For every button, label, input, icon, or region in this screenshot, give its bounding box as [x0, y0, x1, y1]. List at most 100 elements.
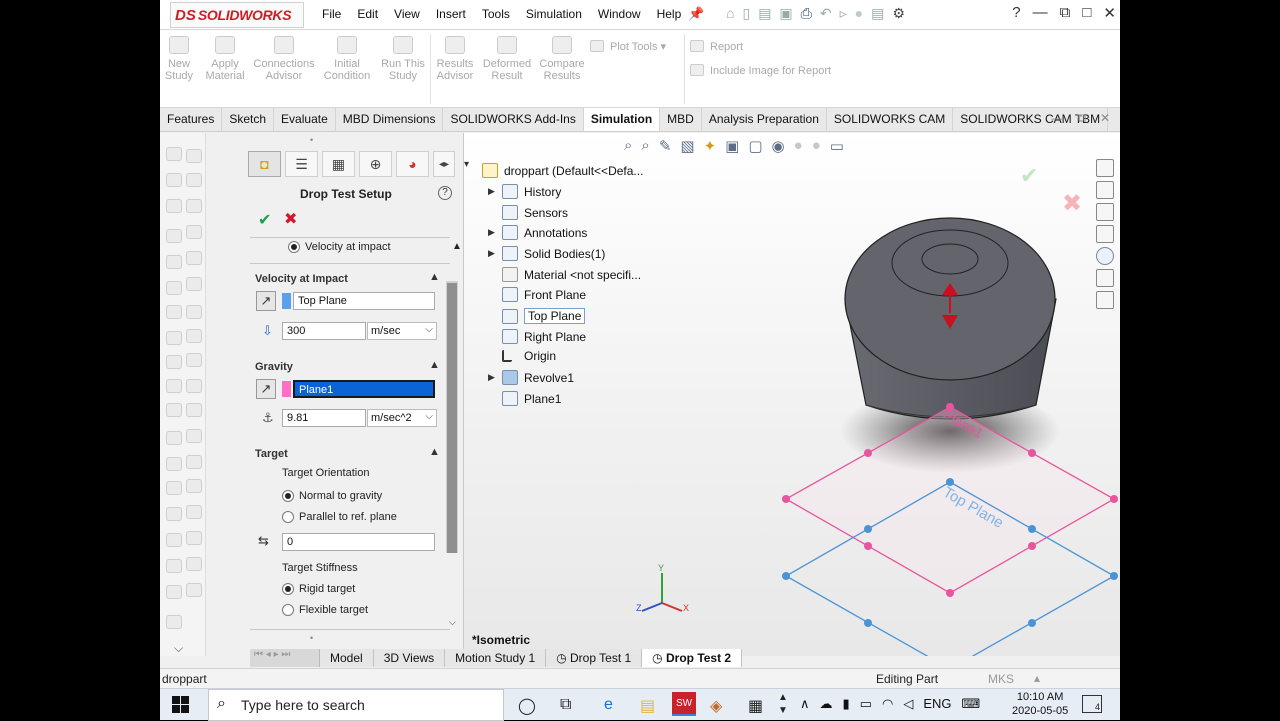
menu-view[interactable]: View: [394, 7, 420, 21]
tool-icon[interactable]: [166, 559, 182, 573]
doc-minimize-icon[interactable]: —: [1051, 111, 1063, 126]
menu-simulation[interactable]: Simulation: [526, 7, 582, 21]
volume-icon[interactable]: ◁: [903, 696, 913, 712]
expand-caret-icon[interactable]: ▶: [488, 186, 498, 197]
panel-grip-icon[interactable]: •: [310, 633, 313, 643]
restore-icon[interactable]: ⧉: [1060, 4, 1071, 22]
tree-item-sensors[interactable]: Sensors: [488, 205, 568, 220]
parallel-to-ref-plane-option[interactable]: Parallel to ref. plane: [282, 511, 397, 523]
solidworks-logo[interactable]: DS SOLIDWORKS: [170, 2, 304, 28]
confirm-corner-ok-icon[interactable]: ✔: [1020, 163, 1038, 189]
expand-caret-icon[interactable]: ▶: [488, 227, 498, 238]
onedrive-icon[interactable]: ☁: [820, 696, 833, 712]
tool-icon[interactable]: [166, 379, 182, 393]
forum-icon[interactable]: [1096, 291, 1114, 309]
select-icon[interactable]: ▹: [840, 5, 847, 22]
wifi-icon[interactable]: ◠: [882, 696, 893, 712]
tab-property-manager[interactable]: ◘: [248, 151, 281, 177]
tree-item-revolve1[interactable]: ▶ Revolve1: [488, 370, 574, 385]
target-offset-input[interactable]: 0: [282, 533, 435, 551]
previous-view-icon[interactable]: ✎: [659, 137, 672, 155]
show-hidden-icons[interactable]: ∧: [800, 696, 810, 712]
doc-close-icon[interactable]: ✕: [1100, 111, 1110, 126]
maximize-icon[interactable]: □: [1082, 4, 1091, 22]
options-gear-icon[interactable]: ⚙: [892, 5, 905, 22]
unit-system-arrow[interactable]: ▴: [1034, 671, 1040, 685]
velocity-group-header[interactable]: Velocity at Impact ▲: [255, 271, 440, 285]
tab-3d-views[interactable]: 3D Views: [374, 649, 446, 667]
menu-window[interactable]: Window: [598, 7, 641, 21]
scroll-down-icon[interactable]: ⌵: [449, 617, 456, 628]
deformed-result-button[interactable]: Deformed Result: [478, 36, 536, 82]
task-view-icon[interactable]: ⧉: [560, 696, 571, 714]
file-explorer-icon[interactable]: [1096, 203, 1114, 221]
expand-caret-icon[interactable]: ▶: [488, 372, 498, 383]
tab-solidworks-add-ins[interactable]: SOLIDWORKS Add-Ins: [443, 108, 584, 131]
appearances-icon[interactable]: [1096, 247, 1114, 265]
minimize-icon[interactable]: —: [1033, 4, 1048, 22]
confirm-corner-cancel-icon[interactable]: ✖: [1062, 189, 1082, 218]
tree-item-right-plane[interactable]: Right Plane: [488, 329, 586, 344]
menu-tools[interactable]: Tools: [482, 7, 510, 21]
menu-edit[interactable]: Edit: [357, 7, 378, 21]
tool-icon[interactable]: [166, 403, 182, 417]
solidworks-resources-icon[interactable]: [1096, 159, 1114, 177]
target-group-header[interactable]: Target ▲: [255, 446, 440, 460]
tool-icon[interactable]: [186, 531, 202, 545]
tool-icon[interactable]: [166, 173, 182, 187]
file-explorer-taskbar-icon[interactable]: ▤: [640, 696, 655, 716]
keyboard-icon[interactable]: ⌨: [961, 696, 980, 712]
save-icon[interactable]: ▣: [779, 5, 792, 22]
tool-icon[interactable]: [186, 225, 202, 239]
tool-icon[interactable]: [186, 277, 202, 291]
gravity-reference-field[interactable]: Plane1: [293, 380, 435, 398]
close-icon[interactable]: ✕: [1103, 4, 1116, 22]
section-view-icon[interactable]: ▧: [680, 137, 694, 155]
help-question-icon[interactable]: ?: [1012, 4, 1020, 22]
tool-icon[interactable]: [166, 331, 182, 345]
tab-feature-tree[interactable]: ☰: [285, 151, 318, 177]
tool-icon[interactable]: [186, 429, 202, 443]
tool-icon[interactable]: [186, 305, 202, 319]
tab-features[interactable]: Features: [160, 108, 223, 131]
run-this-study-button[interactable]: Run This Study: [378, 36, 428, 82]
tool-icon[interactable]: [186, 251, 202, 265]
menu-insert[interactable]: Insert: [436, 7, 466, 21]
display-style-icon[interactable]: ▢: [748, 137, 762, 155]
collapse-caret-icon[interactable]: ▲: [429, 359, 440, 371]
tree-root[interactable]: droppart (Default<<Defa...: [482, 163, 643, 178]
compare-results-button[interactable]: Compare Results: [534, 36, 590, 82]
tool-icon[interactable]: [166, 533, 182, 547]
menu-help[interactable]: Help: [657, 7, 682, 21]
tree-item-annotations[interactable]: ▶ Annotations: [488, 225, 587, 240]
tab-evaluate[interactable]: Evaluate: [274, 108, 336, 131]
tab-solidworks-cam[interactable]: SOLIDWORKS CAM: [827, 108, 954, 131]
tool-icon[interactable]: [186, 379, 202, 393]
tool-icon[interactable]: [186, 199, 202, 213]
tab-analysis-preparation[interactable]: Analysis Preparation: [702, 108, 827, 131]
reference-direction-icon[interactable]: ↗: [256, 291, 276, 311]
tool-icon[interactable]: [166, 281, 182, 295]
apply-scene-icon[interactable]: ●: [812, 137, 821, 155]
expand-chevron-icon[interactable]: ⌵: [174, 641, 183, 656]
tool-icon[interactable]: [166, 147, 182, 161]
tool-icon[interactable]: [186, 329, 202, 343]
tab-model[interactable]: Model: [320, 649, 374, 667]
rebuild-icon[interactable]: ●: [855, 5, 863, 22]
tab-mbd[interactable]: MBD: [660, 108, 702, 131]
velocity-at-impact-option[interactable]: Velocity at impact: [288, 241, 391, 253]
taskbar-clock[interactable]: 10:10 AM 2020-05-05: [1012, 690, 1068, 718]
tree-item-front-plane[interactable]: Front Plane: [488, 287, 586, 302]
radio-rigid-target[interactable]: [282, 583, 294, 595]
radio-parallel-to-ref-plane[interactable]: [282, 511, 294, 523]
collapse-caret-icon[interactable]: ▲: [452, 241, 462, 252]
tab-sketch[interactable]: Sketch: [222, 108, 275, 131]
tab-scroll-arrows-icon[interactable]: ⏮ ◂ ▸ ⏭: [250, 649, 320, 667]
tool-icon[interactable]: [186, 479, 202, 493]
file-properties-icon[interactable]: ▤: [871, 5, 884, 22]
tree-item-origin[interactable]: Origin: [488, 349, 556, 363]
tool-icon[interactable]: [166, 457, 182, 471]
tree-item-plane1[interactable]: Plane1: [488, 391, 561, 406]
tab-mbd-dimensions[interactable]: MBD Dimensions: [336, 108, 444, 131]
custom-properties-icon[interactable]: [1096, 269, 1114, 287]
